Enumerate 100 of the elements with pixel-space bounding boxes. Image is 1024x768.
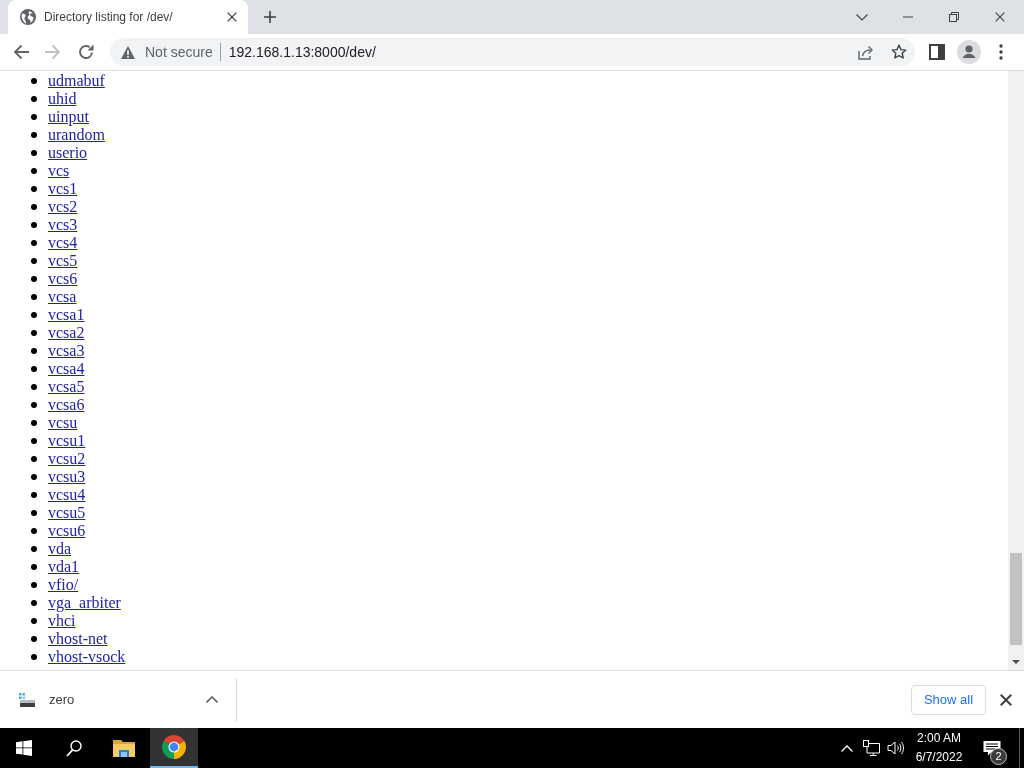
file-link[interactable]: vcs6 xyxy=(48,270,78,288)
menu-icon[interactable] xyxy=(999,44,1003,60)
bullet-icon xyxy=(31,474,37,480)
bullet-icon xyxy=(31,78,37,84)
file-link[interactable]: vcs3 xyxy=(48,216,78,234)
file-link[interactable]: udmabuf xyxy=(48,72,105,90)
file-link[interactable]: vcs4 xyxy=(48,234,78,252)
caret-up-icon[interactable] xyxy=(206,696,218,703)
bookmark-star-icon[interactable] xyxy=(890,44,907,60)
file-link[interactable]: vcs2 xyxy=(48,198,78,216)
four-pane-icon xyxy=(16,740,32,756)
file-link[interactable]: vcsu2 xyxy=(48,450,86,468)
address-bar[interactable]: Not secure 192.168.1.13:8000/dev/ xyxy=(110,38,915,66)
folder-icon xyxy=(113,739,135,757)
file-icon xyxy=(19,692,35,707)
file-link[interactable]: vcsa3 xyxy=(48,342,85,360)
chevron-up-icon[interactable] xyxy=(841,744,853,752)
file-link[interactable]: vcsa5 xyxy=(48,378,85,396)
file-link[interactable]: vcsu3 xyxy=(48,468,86,486)
bullet-icon xyxy=(31,114,37,120)
close-icon[interactable] xyxy=(227,12,237,22)
bullet-icon xyxy=(31,618,37,624)
bullet-icon xyxy=(31,564,37,570)
new-tab-icon[interactable] xyxy=(264,11,276,23)
taskbar-button[interactable] xyxy=(150,728,198,768)
file-link[interactable]: vcsa4 xyxy=(48,360,85,378)
bullet-icon xyxy=(31,312,37,318)
file-link[interactable]: vga_arbiter xyxy=(48,594,121,612)
file-link[interactable]: vcs5 xyxy=(48,252,78,270)
bullet-icon xyxy=(31,330,37,336)
clock-date[interactable]: 6/7/2022 xyxy=(909,748,969,767)
bullet-icon xyxy=(31,186,37,192)
bullet-icon xyxy=(31,528,37,534)
file-link[interactable]: vcs xyxy=(48,162,70,180)
round-logo-icon xyxy=(162,735,186,759)
file-link[interactable]: vda1 xyxy=(48,558,80,576)
file-link[interactable]: vhci xyxy=(48,612,76,630)
bullet-icon xyxy=(31,222,37,228)
bullet-icon xyxy=(31,636,37,642)
bullet-icon xyxy=(31,168,37,174)
bullet-icon xyxy=(31,510,37,516)
chevron-down-icon[interactable] xyxy=(856,13,868,21)
bullet-icon xyxy=(31,96,37,102)
bullet-icon xyxy=(31,132,37,138)
security-label[interactable]: Not secure xyxy=(145,41,213,63)
file-link[interactable]: vcsu4 xyxy=(48,486,86,504)
file-link[interactable]: vcsu xyxy=(48,414,78,432)
bullet-icon xyxy=(31,546,37,552)
bullet-icon xyxy=(31,294,37,300)
clock-time[interactable]: 2:00 AM xyxy=(909,729,969,748)
bullet-icon xyxy=(31,150,37,156)
bullet-icon xyxy=(31,456,37,462)
file-link[interactable]: userio xyxy=(48,144,88,162)
scroll-down-icon[interactable] xyxy=(1012,660,1020,664)
file-link[interactable]: vda xyxy=(48,540,72,558)
bullet-icon xyxy=(31,366,37,372)
file-link[interactable]: vcs1 xyxy=(48,180,78,198)
speaker-icon[interactable] xyxy=(886,740,904,756)
bullet-icon xyxy=(31,384,37,390)
restore-icon[interactable] xyxy=(949,12,959,22)
scrollbar[interactable] xyxy=(1008,71,1024,670)
file-link[interactable]: vcsa xyxy=(48,288,77,306)
browser-tab[interactable]: Directory listing for /dev/ xyxy=(8,0,248,34)
scrollbar-thumb[interactable] xyxy=(1010,553,1022,645)
back-arrow-icon[interactable] xyxy=(13,44,29,60)
bullet-icon xyxy=(31,348,37,354)
file-link[interactable]: vhost-net xyxy=(48,630,108,648)
side-panel-icon[interactable] xyxy=(929,44,945,60)
file-link[interactable]: vcsu1 xyxy=(48,432,86,450)
close-icon[interactable] xyxy=(995,12,1005,22)
file-link[interactable]: vcsa6 xyxy=(48,396,85,414)
bullet-icon xyxy=(31,420,37,426)
share-icon[interactable] xyxy=(858,44,874,60)
search-icon xyxy=(66,739,82,757)
network-icon[interactable] xyxy=(862,740,880,756)
warning-icon xyxy=(121,45,135,59)
file-link[interactable]: vfio/ xyxy=(48,576,79,594)
file-link[interactable]: vcsa1 xyxy=(48,306,85,324)
bullet-icon xyxy=(31,240,37,246)
bullet-icon xyxy=(31,438,37,444)
bullet-icon xyxy=(31,258,37,264)
bullet-icon xyxy=(31,492,37,498)
bullet-icon xyxy=(31,654,37,660)
file-link[interactable]: uhid xyxy=(48,90,77,108)
file-link[interactable]: vcsu6 xyxy=(48,522,86,540)
file-link[interactable]: vcsu5 xyxy=(48,504,86,522)
globe-icon xyxy=(20,9,36,25)
download-file-name[interactable]: zero xyxy=(49,689,206,710)
file-link[interactable]: urandom xyxy=(48,126,105,144)
url-text: 192.168.1.13:8000/dev/ xyxy=(228,42,376,62)
close-icon[interactable] xyxy=(1000,693,1012,706)
file-link[interactable]: vhost-vsock xyxy=(48,648,126,666)
bullet-icon xyxy=(31,402,37,408)
show-all-button[interactable]: Show all xyxy=(911,684,986,715)
reload-icon[interactable] xyxy=(77,44,94,60)
file-link[interactable]: uinput xyxy=(48,108,89,126)
profile-avatar-icon[interactable] xyxy=(957,40,981,64)
bullet-icon xyxy=(31,582,37,588)
file-link[interactable]: vcsa2 xyxy=(48,324,85,342)
notification-count: 2 xyxy=(990,748,1007,765)
